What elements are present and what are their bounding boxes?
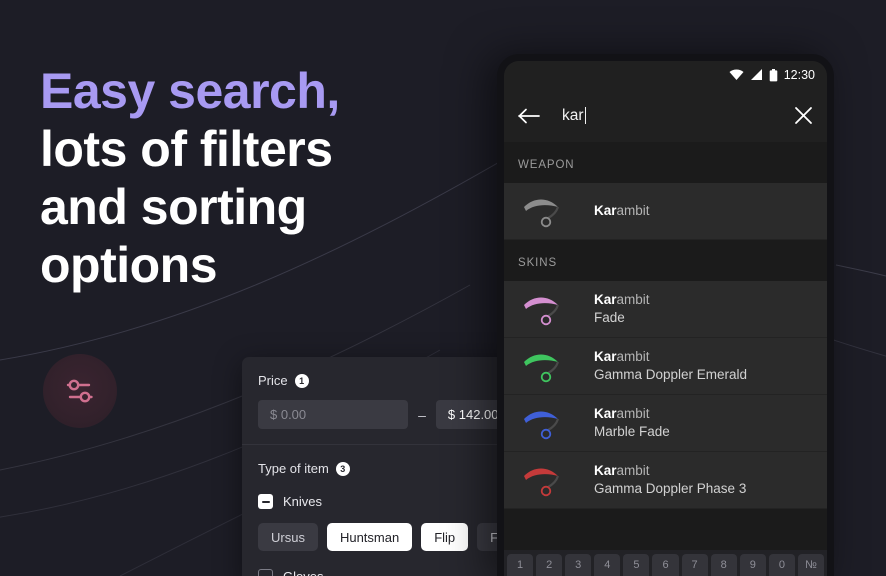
headline-line-2: and sorting xyxy=(40,179,307,235)
result-title: Karambit xyxy=(594,202,650,220)
sliders-filter-icon xyxy=(66,379,93,403)
result-subtitle: Fade xyxy=(594,310,625,325)
result-row[interactable]: Karambit Gamma Doppler Phase 3 xyxy=(504,452,827,509)
result-row[interactable]: Karambit Fade xyxy=(504,281,827,338)
result-text: Karambit Fade xyxy=(594,291,650,327)
result-rest-text: ambit xyxy=(616,463,650,478)
result-rest-text: ambit xyxy=(616,203,650,218)
phone-screen: 12:30 kar WEAPON Karambit SKINS Karambit Fad… xyxy=(504,61,827,576)
knife-chip-huntsman[interactable]: Huntsman xyxy=(326,523,413,551)
result-row[interactable]: Karambit xyxy=(504,183,827,240)
key-3[interactable]: 3 xyxy=(565,554,592,576)
knife-thumbnail-icon xyxy=(524,468,560,497)
promo-screenshot: Easy search, lots of filters and sorting… xyxy=(0,0,886,576)
search-input[interactable]: kar xyxy=(562,107,794,125)
headline-accent-line: Easy search, xyxy=(40,63,340,119)
results-section-header: WEAPON xyxy=(504,142,827,183)
gloves-label: Gloves xyxy=(283,569,323,576)
phone-mockup: 12:30 kar WEAPON Karambit SKINS Karambit Fad… xyxy=(497,54,834,576)
price-label: Price xyxy=(258,373,288,388)
status-bar-time: 12:30 xyxy=(783,68,815,82)
knife-thumbnail-icon xyxy=(524,354,560,383)
filter-badge xyxy=(43,354,117,428)
result-match-text: Kar xyxy=(594,406,617,421)
knife-thumbnail-icon xyxy=(524,411,560,440)
page-title: Easy search, lots of filters and sorting… xyxy=(40,62,470,294)
key-2[interactable]: 2 xyxy=(536,554,563,576)
price-count-badge: 1 xyxy=(294,373,309,388)
knife-thumbnail-icon xyxy=(524,199,560,228)
search-query-text: kar xyxy=(562,106,584,124)
key-1[interactable]: 1 xyxy=(507,554,534,576)
result-rest-text: ambit xyxy=(616,406,650,421)
result-title: Karambit xyxy=(594,405,670,423)
key-5[interactable]: 5 xyxy=(623,554,650,576)
arrow-left-icon[interactable] xyxy=(518,108,540,124)
result-title: Karambit xyxy=(594,291,650,309)
key-6[interactable]: 6 xyxy=(652,554,679,576)
result-match-text: Kar xyxy=(594,203,617,218)
result-match-text: Kar xyxy=(594,349,617,364)
wifi-icon xyxy=(729,69,744,80)
battery-icon xyxy=(769,68,778,81)
result-text: Karambit Gamma Doppler Emerald xyxy=(594,348,747,384)
result-row[interactable]: Karambit Gamma Doppler Emerald xyxy=(504,338,827,395)
knife-thumbnail-icon xyxy=(524,297,560,326)
key-7[interactable]: 7 xyxy=(681,554,708,576)
result-subtitle: Marble Fade xyxy=(594,424,670,439)
price-range-separator: – xyxy=(418,406,426,423)
virtual-keyboard: 1 2 3 4 5 6 7 8 9 0 № xyxy=(504,550,827,576)
type-of-item-label: Type of item xyxy=(258,461,329,476)
result-subtitle: Gamma Doppler Emerald xyxy=(594,367,748,382)
key-8[interactable]: 8 xyxy=(710,554,737,576)
result-text: Karambit Marble Fade xyxy=(594,405,670,441)
gloves-checkbox[interactable] xyxy=(258,569,273,576)
result-title: Karambit xyxy=(594,348,747,366)
result-rest-text: ambit xyxy=(616,292,650,307)
headline-line-1: lots of filters xyxy=(40,121,333,177)
key-№[interactable]: № xyxy=(797,554,825,576)
result-subtitle: Gamma Doppler Phase 3 xyxy=(594,481,747,496)
result-rest-text: ambit xyxy=(616,349,650,364)
status-bar: 12:30 xyxy=(504,61,827,89)
result-text: Karambit Gamma Doppler Phase 3 xyxy=(594,462,746,498)
type-of-item-count-badge: 3 xyxy=(335,461,350,476)
results-section-header: SKINS xyxy=(504,240,827,281)
result-row[interactable]: Karambit Marble Fade xyxy=(504,395,827,452)
close-x-icon[interactable] xyxy=(794,106,813,125)
key-4[interactable]: 4 xyxy=(594,554,621,576)
headline-line-3: options xyxy=(40,237,218,293)
result-match-text: Kar xyxy=(594,292,617,307)
search-results-list: WEAPON Karambit SKINS Karambit Fade Karambit G… xyxy=(504,142,827,509)
knife-chip-ursus[interactable]: Ursus xyxy=(258,523,318,551)
signal-bars-icon xyxy=(750,69,762,80)
knives-checkbox[interactable] xyxy=(258,494,273,509)
result-match-text: Kar xyxy=(594,463,617,478)
search-bar: kar xyxy=(504,89,827,142)
price-min-input[interactable]: $ 0.00 xyxy=(258,400,409,429)
key-9[interactable]: 9 xyxy=(739,554,766,576)
knife-chip-flip[interactable]: Flip xyxy=(421,523,469,551)
key-0[interactable]: 0 xyxy=(768,554,795,576)
result-title: Karambit xyxy=(594,462,746,480)
knives-label: Knives xyxy=(283,494,323,509)
text-caret xyxy=(584,107,586,124)
result-text: Karambit xyxy=(594,202,650,220)
